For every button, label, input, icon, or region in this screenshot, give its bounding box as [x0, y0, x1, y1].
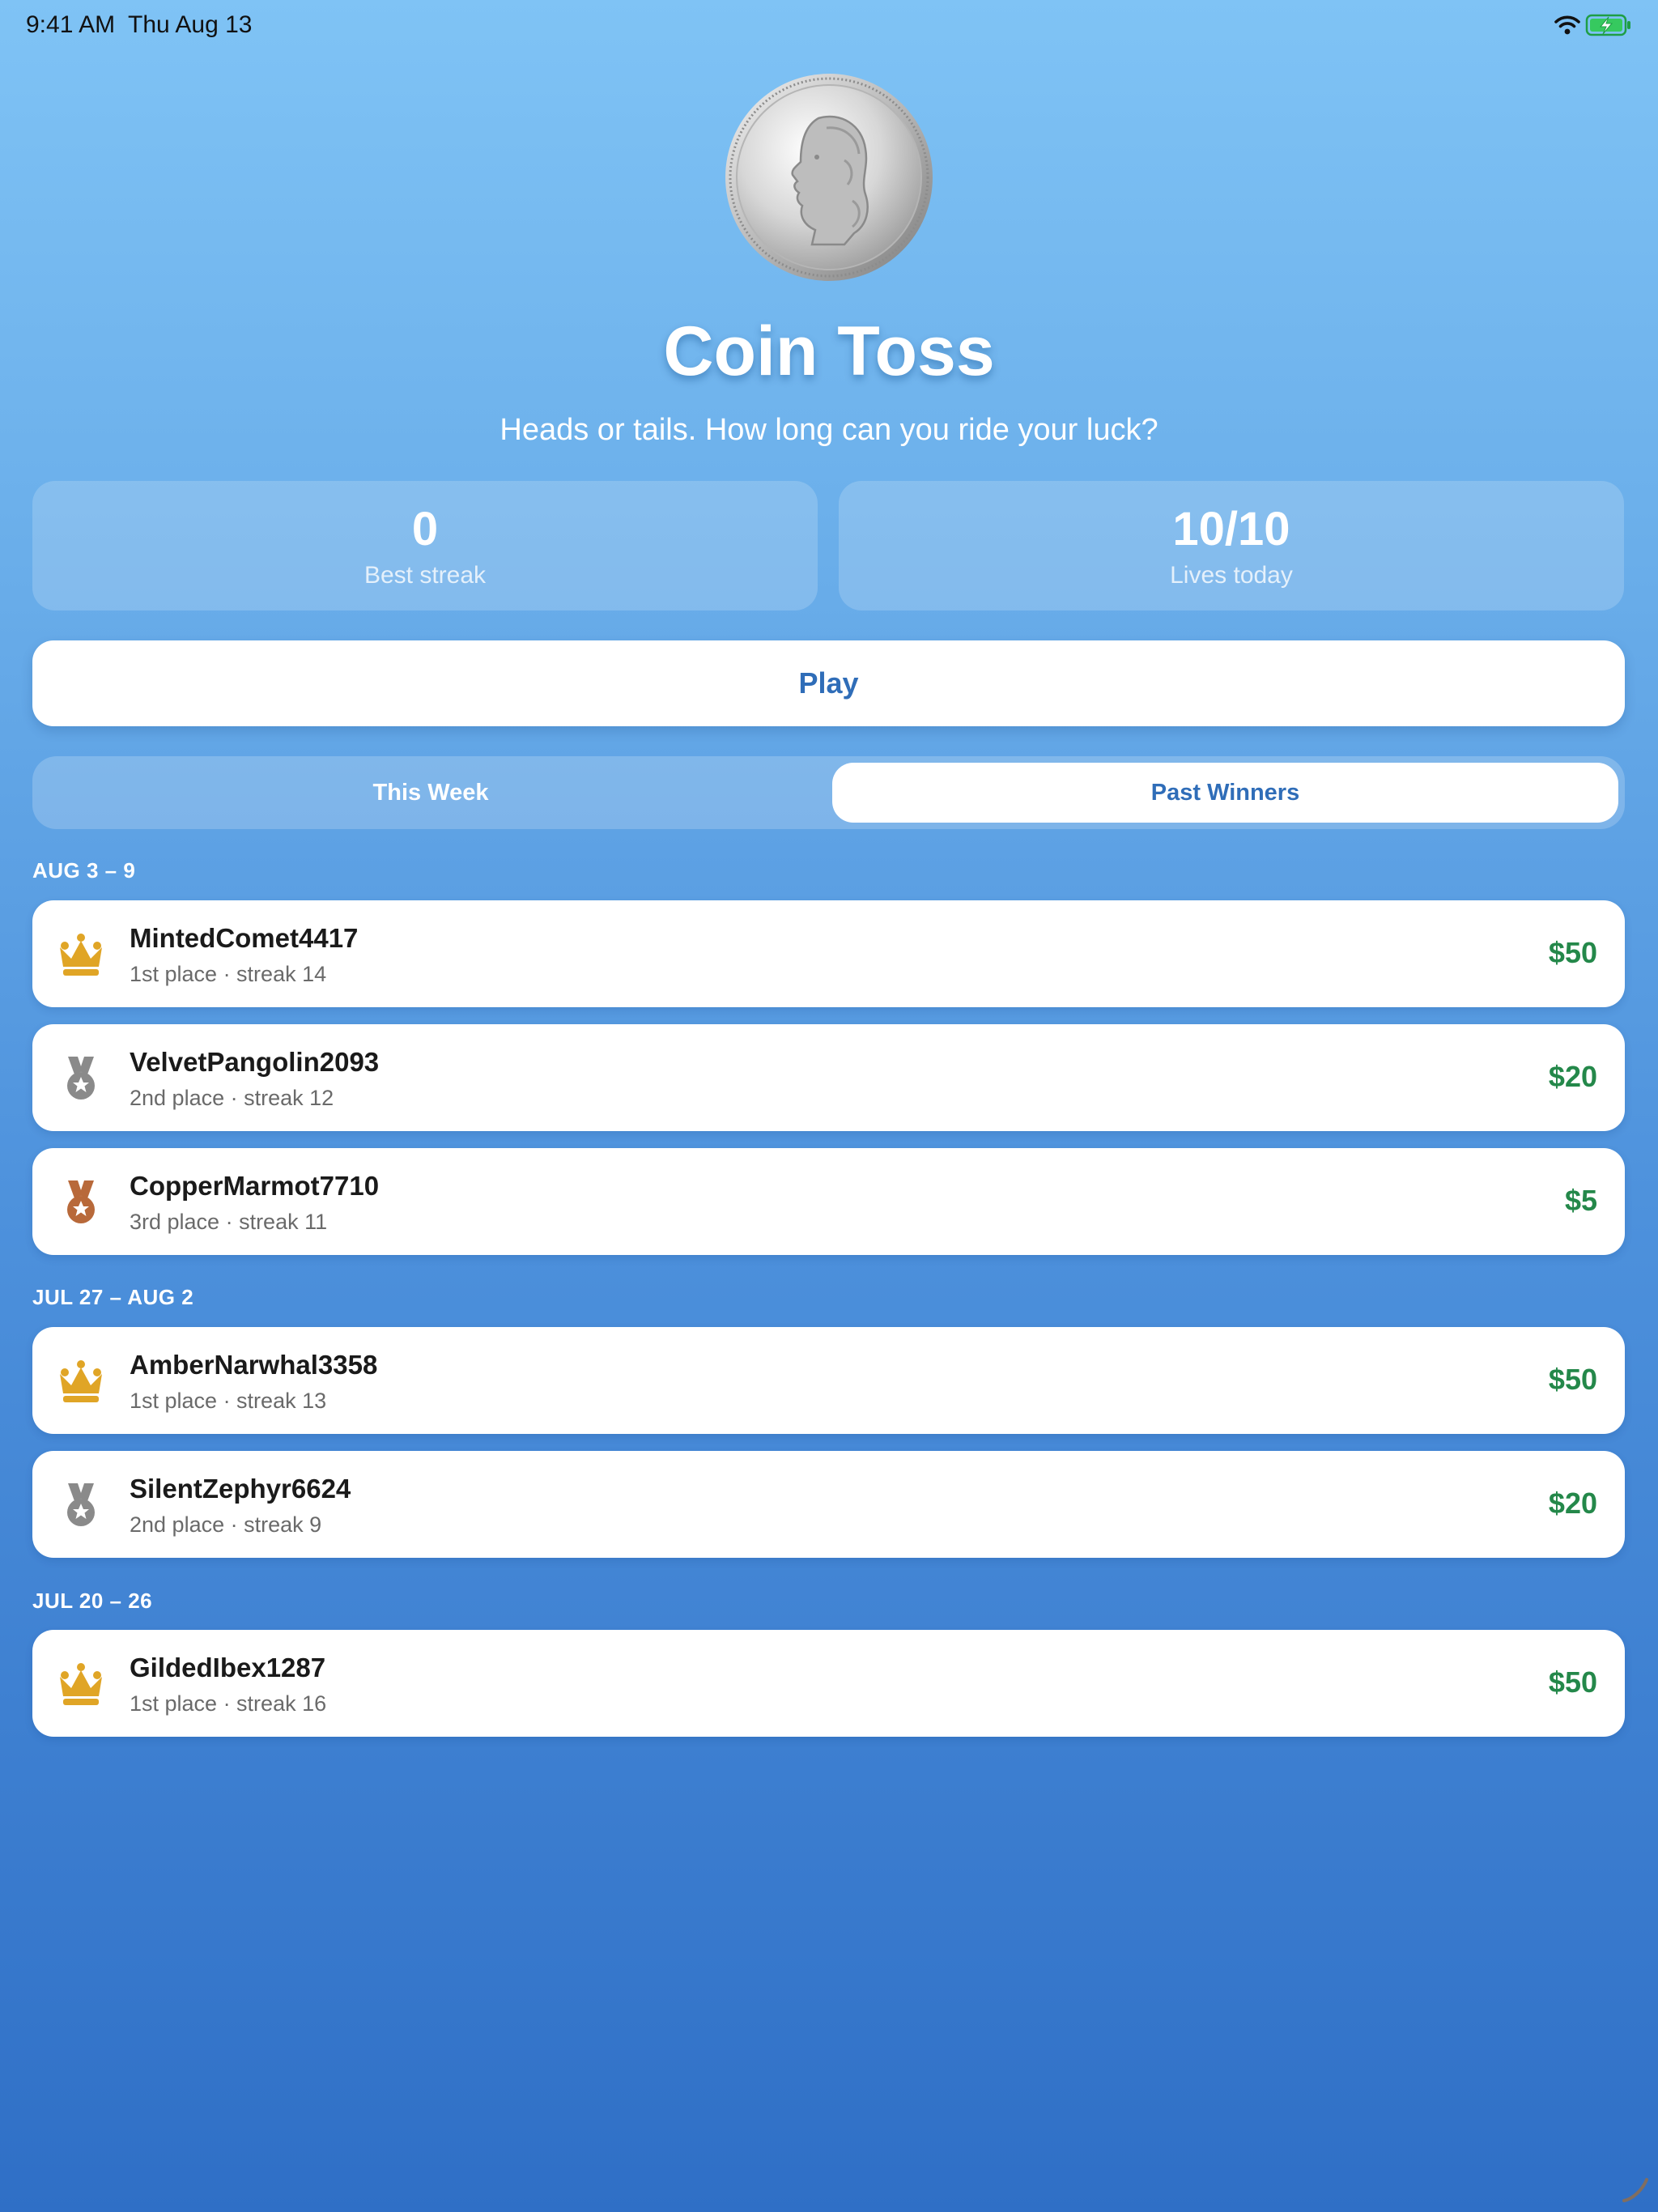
- winner-detail: 3rd place · streak 11: [130, 1210, 328, 1234]
- silver-medal-icon: [67, 1483, 95, 1526]
- winner-detail: 2nd place · streak 12: [130, 1086, 334, 1110]
- best-streak-value: 0: [411, 503, 439, 555]
- best-streak-label: Best streak: [363, 562, 487, 589]
- winner-row[interactable]: CopperMarmot7710 3rd place · streak 11 $…: [32, 1148, 1625, 1255]
- week-header: JUL 20 – 26: [32, 1589, 153, 1613]
- lives-today-card: 10/10 Lives today: [839, 481, 1624, 610]
- winner-detail: 1st place · streak 16: [130, 1691, 327, 1716]
- winner-detail: 1st place · streak 13: [130, 1389, 327, 1413]
- quarter-coin-icon: [725, 74, 933, 281]
- winner-name: SilentZephyr6624: [130, 1474, 351, 1504]
- winner-detail: 1st place · streak 14: [130, 962, 327, 986]
- app-title: Coin Toss: [663, 313, 995, 390]
- winner-name: GildedIbex1287: [130, 1653, 326, 1682]
- bronze-medal-icon: [67, 1180, 95, 1223]
- status-time: 9:41 AM: [26, 11, 116, 38]
- best-streak-card: 0 Best streak: [32, 481, 818, 610]
- play-button[interactable]: Play: [32, 640, 1625, 726]
- scroll-corner-icon: [1622, 2178, 1648, 2202]
- winner-prize: $5: [1564, 1184, 1597, 1217]
- wifi-icon: [1554, 15, 1580, 35]
- tab-this-week[interactable]: This Week: [32, 756, 829, 829]
- winner-name: MintedComet4417: [130, 923, 359, 953]
- winner-prize: $50: [1548, 936, 1597, 969]
- winner-prize: $50: [1548, 1665, 1597, 1699]
- winner-row[interactable]: AmberNarwhal3358 1st place · streak 13 $…: [32, 1327, 1625, 1434]
- winner-prize: $50: [1548, 1363, 1597, 1396]
- winner-prize: $20: [1548, 1060, 1597, 1093]
- crown-icon: [60, 1663, 102, 1705]
- winner-row[interactable]: VelvetPangolin2093 2nd place · streak 12…: [32, 1024, 1625, 1131]
- crown-icon: [60, 934, 102, 976]
- week-header: JUL 27 – AUG 2: [32, 1285, 194, 1309]
- winner-name: AmberNarwhal3358: [130, 1350, 378, 1380]
- tab-past-winners[interactable]: Past Winners: [832, 763, 1618, 823]
- silver-medal-icon: [67, 1057, 95, 1100]
- winner-row[interactable]: GildedIbex1287 1st place · streak 16 $50: [32, 1630, 1625, 1737]
- battery-charging-icon: [1585, 14, 1630, 36]
- app-subtitle: Heads or tails. How long can you ride yo…: [500, 413, 1158, 447]
- status-date: Thu Aug 13: [128, 11, 253, 38]
- lives-today-value: 10/10: [1172, 503, 1290, 555]
- crown-icon: [60, 1360, 102, 1402]
- week-header: AUG 3 – 9: [32, 858, 136, 883]
- leaderboard-tabs: This Week Past Winners: [32, 756, 1625, 829]
- winner-prize: $20: [1548, 1487, 1597, 1520]
- winner-detail: 2nd place · streak 9: [130, 1512, 322, 1537]
- winner-name: VelvetPangolin2093: [130, 1047, 380, 1077]
- winner-row[interactable]: MintedComet4417 1st place · streak 14 $5…: [32, 900, 1625, 1007]
- winner-row[interactable]: SilentZephyr6624 2nd place · streak 9 $2…: [32, 1451, 1625, 1558]
- status-bar: 9:41 AM Thu Aug 13: [0, 0, 1658, 52]
- lives-today-label: Lives today: [1170, 562, 1293, 589]
- winner-name: CopperMarmot7710: [130, 1171, 380, 1201]
